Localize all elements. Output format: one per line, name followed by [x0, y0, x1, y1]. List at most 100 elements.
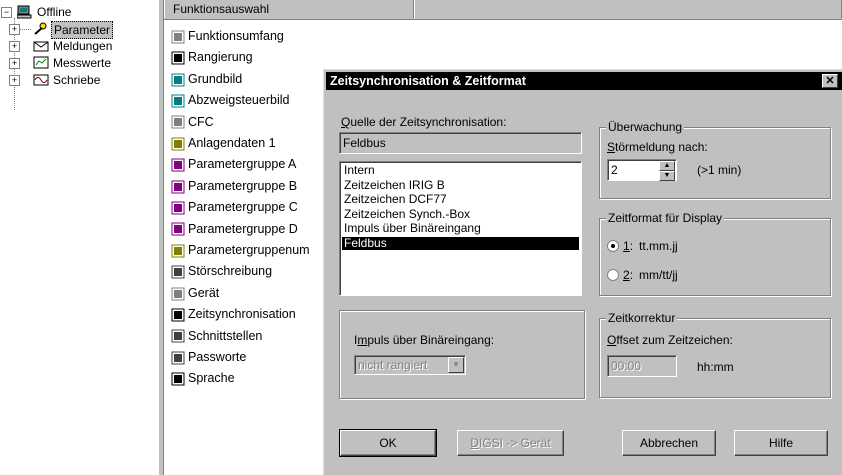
source-listbox[interactable]: Intern Zeitzeichen IRIG B Zeitzeichen DCF7… [339, 161, 582, 296]
function-item[interactable]: Parametergruppe C [170, 197, 298, 217]
function-item-label: Schnittstellen [188, 328, 263, 343]
spin-buttons[interactable]: ▲ ▼ [659, 161, 675, 181]
function-item[interactable]: Parametergruppe B [170, 176, 297, 196]
param-group-icon [171, 222, 185, 236]
source-option[interactable]: Feldbus [342, 236, 579, 250]
key-icon [171, 351, 185, 365]
function-item[interactable]: Rangierung [170, 47, 253, 67]
format-radio-label[interactable]: 2: mm/tt/jj [623, 268, 678, 282]
format-text: tt.mm.jj [639, 239, 678, 253]
messages-icon [33, 41, 49, 52]
monitoring-group-title: Überwachung [606, 120, 685, 134]
fault-message-label: Störmeldung nach: [607, 140, 708, 154]
format-text: mm/tt/jj [639, 268, 678, 282]
close-button[interactable]: ✕ [822, 74, 838, 88]
function-item-label: Anlagendaten 1 [188, 136, 276, 150]
function-item[interactable]: Sprache [170, 368, 235, 388]
display-format-group-title: Zeitformat für Display [606, 211, 725, 225]
expand-icon[interactable]: + [9, 41, 20, 52]
column-header-empty[interactable] [414, 0, 842, 18]
function-item-label: Funktionsumfang [188, 29, 284, 43]
radio-selected-dot [611, 244, 615, 248]
interface-icon [171, 329, 185, 343]
function-item-label: Abzweigsteuerbild [188, 93, 290, 108]
function-item-label: Parametergruppenum [188, 243, 310, 257]
format-radio-label[interactable]: 1: tt.mm.jj [623, 239, 678, 253]
param-group-icon [171, 201, 185, 215]
fault-message-unit: (>1 min) [697, 163, 742, 177]
fault-message-access-key: S [607, 140, 616, 154]
measurement-icon [33, 56, 49, 69]
expand-icon[interactable]: + [9, 75, 20, 86]
column-header-function[interactable]: Funktionsauswahl [164, 0, 414, 18]
function-item[interactable]: CFC [170, 112, 214, 132]
digsi-button-label: IGSI -> Gerät [478, 436, 551, 450]
format-radio-1[interactable] [607, 240, 619, 252]
spin-up-icon[interactable]: ▲ [659, 161, 675, 171]
function-item-label: Grundbild [188, 71, 243, 86]
impulse-label-access-key: m [357, 333, 368, 347]
offset-label-access-key: O [607, 333, 617, 347]
function-panel-header: Funktionsauswahl [164, 0, 842, 20]
function-item-label: Gerät [188, 285, 220, 300]
tree-label: Schriebe [53, 73, 101, 87]
function-item-label: Sprache [188, 371, 235, 386]
tree-connector [19, 29, 31, 30]
offset-field[interactable]: 00:00 [607, 355, 677, 377]
function-item[interactable]: Anlagendaten 1 [170, 133, 276, 153]
function-item[interactable]: Parametergruppe D [170, 219, 298, 239]
fault-message-value: 2 [611, 163, 618, 177]
function-item[interactable]: Gerät [170, 283, 219, 303]
dialog-titlebar[interactable]: Zeitsynchronisation & Zeitformat ✕ [326, 72, 842, 90]
fault-message-spinbox[interactable]: 2 ▲ ▼ [607, 159, 677, 181]
function-item[interactable]: Grundbild [170, 69, 242, 89]
offset-label-text: ffset zum Zeitzeichen: [616, 333, 733, 347]
spin-down-icon[interactable]: ▼ [659, 171, 675, 181]
function-item[interactable]: Parametergruppe A [170, 154, 296, 174]
source-option[interactable]: Zeitzeichen DCF77 [342, 193, 579, 206]
source-option[interactable]: Impuls über Binäreingang [342, 222, 579, 235]
function-item[interactable]: Schnittstellen [170, 326, 262, 346]
recording-icon [33, 74, 49, 86]
format-radio-2[interactable] [607, 269, 619, 281]
function-item[interactable]: Passworte [170, 347, 246, 367]
expand-icon[interactable]: + [9, 24, 20, 35]
format-access-key: 2 [623, 268, 630, 282]
book-icon [171, 30, 185, 44]
digsi-to-device-button[interactable]: DIGSI -> Gerät [457, 430, 564, 456]
format-key-suffix: : [629, 239, 634, 253]
param-switch-icon [171, 244, 185, 258]
display-format-group: Zeitformat für Display [599, 211, 831, 296]
function-item-label: Rangierung [188, 50, 253, 65]
cfc-icon [171, 115, 185, 129]
impulse-label-text: puls über Binäreingang: [367, 333, 495, 347]
help-button[interactable]: Hilfe [734, 430, 828, 456]
ok-button[interactable]: OK [339, 429, 437, 457]
source-option[interactable]: Intern [342, 164, 579, 177]
tree-label: Parameter [51, 21, 114, 39]
offset-label: Offset zum Zeitzeichen: [607, 333, 733, 347]
parameter-icon [34, 22, 47, 35]
function-item[interactable]: Zeitsynchronisation [170, 304, 296, 324]
function-item[interactable]: Parametergruppenum [170, 240, 310, 260]
function-item[interactable]: Störschreibung [170, 261, 272, 281]
impulse-dropdown[interactable]: nicht rangiert ▼ [354, 355, 466, 375]
tree-label: Offline [37, 5, 72, 19]
digsi-access-key: D [470, 436, 479, 450]
offset-value: 00:00 [611, 359, 642, 373]
source-label-access-key: Q [341, 115, 351, 129]
clock-icon [171, 308, 185, 322]
source-option[interactable]: Zeitzeichen IRIG B [342, 178, 579, 192]
expand-icon[interactable]: + [9, 58, 20, 69]
cancel-button[interactable]: Abbrechen [622, 430, 716, 456]
function-item-label: CFC [188, 114, 214, 129]
language-icon [171, 372, 185, 386]
collapse-icon[interactable]: − [1, 7, 12, 18]
function-item[interactable]: Funktionsumfang [170, 26, 284, 46]
matrix-icon [171, 51, 185, 65]
dropdown-arrow-icon[interactable]: ▼ [448, 357, 464, 373]
function-item-label: Parametergruppe A [188, 157, 297, 172]
function-item-label: Zeitsynchronisation [188, 307, 296, 322]
source-option[interactable]: Zeitzeichen Synch.-Box [342, 207, 579, 221]
function-item[interactable]: Abzweigsteuerbild [170, 90, 289, 110]
